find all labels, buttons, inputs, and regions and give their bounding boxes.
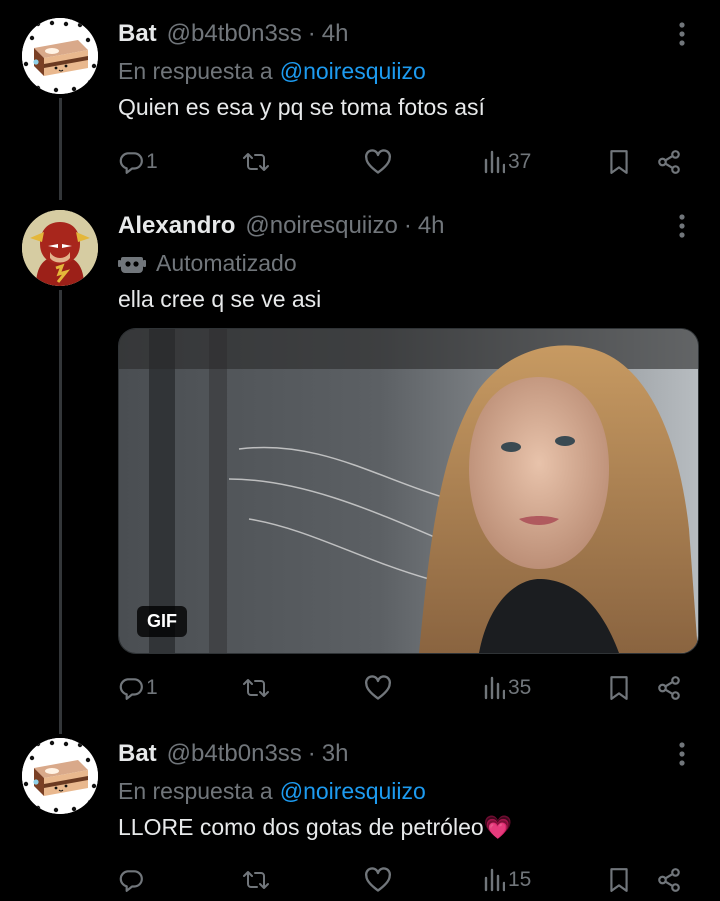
tweet-text: LLORE como dos gotas de petróleo💗 (118, 814, 513, 840)
more-dots-icon (679, 214, 685, 238)
tweet-header: Bat @b4tb0n3ss · 4h (118, 18, 700, 50)
tweet[interactable]: Bat @b4tb0n3ss · 4h En respuesta a @noir… (0, 18, 720, 188)
avatar[interactable] (22, 738, 98, 814)
tweet-actions: 15 (118, 862, 700, 898)
bookmark-button[interactable] (608, 862, 630, 898)
reply-context: En respuesta a @noiresquiizo (118, 776, 700, 806)
heart-icon (365, 867, 391, 892)
gif-media[interactable]: GIF (118, 328, 699, 654)
share-icon (658, 676, 680, 700)
cake-avatar-image (22, 738, 98, 814)
reply-icon (119, 678, 143, 700)
reply-prefix: En respuesta a (118, 57, 273, 84)
repost-button[interactable] (242, 670, 270, 706)
automated-label-row: Automatizado (118, 248, 700, 278)
views-button[interactable]: 15 (483, 862, 531, 898)
author-name[interactable]: Bat (118, 740, 157, 768)
author-handle[interactable]: @b4tb0n3ss (167, 20, 302, 48)
separator: · (307, 740, 316, 767)
cake-avatar-image (22, 18, 98, 94)
share-icon (658, 150, 680, 174)
more-button[interactable] (664, 210, 700, 242)
views-icon (484, 868, 505, 892)
more-button[interactable] (664, 18, 700, 50)
bookmark-icon (610, 868, 628, 892)
share-icon (658, 868, 680, 892)
author-handle[interactable]: @noiresquiizo (245, 212, 397, 240)
timestamp[interactable]: 3h (322, 740, 349, 768)
share-button[interactable] (656, 862, 682, 898)
reply-button[interactable]: 1 (118, 144, 158, 180)
like-button[interactable] (364, 144, 392, 180)
reply-mention-link[interactable]: @noiresquiizo (280, 58, 426, 85)
author-name[interactable]: Bat (118, 20, 157, 48)
author-name[interactable]: Alexandro (118, 212, 235, 240)
repost-icon (243, 871, 269, 889)
separator: · (307, 20, 316, 47)
gif-image (119, 329, 698, 653)
views-button[interactable]: 35 (483, 670, 531, 706)
share-button[interactable] (656, 670, 682, 706)
robot-icon (118, 257, 146, 273)
author-handle[interactable]: @b4tb0n3ss (167, 740, 302, 768)
reply-icon (119, 152, 143, 174)
reply-count: 1 (146, 676, 158, 699)
hero-avatar-image (22, 210, 98, 286)
more-button[interactable] (664, 738, 700, 770)
reply-mention-link[interactable]: @noiresquiizo (280, 778, 426, 805)
bookmark-icon (610, 150, 628, 174)
like-button[interactable] (364, 670, 392, 706)
tweet-actions: 1 35 (118, 670, 700, 706)
share-button[interactable] (656, 144, 682, 180)
views-count: 35 (508, 676, 532, 699)
bookmark-icon (610, 676, 628, 700)
tweet-header: Bat @b4tb0n3ss · 3h (118, 738, 700, 770)
timestamp[interactable]: 4h (322, 20, 349, 48)
gif-badge: GIF (137, 606, 187, 637)
reply-icon (119, 870, 143, 892)
views-button[interactable]: 37 (483, 144, 531, 180)
reply-button[interactable] (118, 862, 144, 898)
tweet[interactable]: Bat @b4tb0n3ss · 3h En respuesta a @noir… (0, 738, 720, 901)
tweet-header: Alexandro @noiresquiizo · 4h (118, 210, 700, 242)
views-icon (484, 676, 505, 700)
views-count: 15 (508, 868, 532, 891)
bookmark-button[interactable] (608, 144, 630, 180)
reply-count: 1 (146, 150, 158, 173)
like-button[interactable] (364, 862, 392, 898)
repost-icon (243, 153, 269, 171)
tweet-actions: 1 37 (118, 144, 700, 180)
more-dots-icon (679, 22, 685, 46)
reply-button[interactable]: 1 (118, 670, 158, 706)
tweet-text: ella cree q se ve asi (118, 286, 322, 312)
heart-icon (365, 149, 391, 174)
repost-button[interactable] (242, 862, 270, 898)
heart-icon (365, 675, 391, 700)
timestamp[interactable]: 4h (418, 212, 445, 240)
repost-button[interactable] (242, 144, 270, 180)
avatar[interactable] (22, 210, 98, 286)
tweet-text: Quien es esa y pq se toma fotos así (118, 94, 485, 120)
reply-prefix: En respuesta a (118, 777, 273, 804)
separator: · (403, 212, 412, 239)
bookmark-button[interactable] (608, 670, 630, 706)
views-icon (484, 150, 505, 174)
views-count: 37 (508, 150, 532, 173)
more-dots-icon (679, 742, 685, 766)
automated-label: Automatizado (156, 249, 297, 276)
repost-icon (243, 679, 269, 697)
avatar[interactable] (22, 18, 98, 94)
reply-context: En respuesta a @noiresquiizo (118, 56, 700, 86)
tweet[interactable]: Alexandro @noiresquiizo · 4h Automatizad… (0, 210, 720, 710)
